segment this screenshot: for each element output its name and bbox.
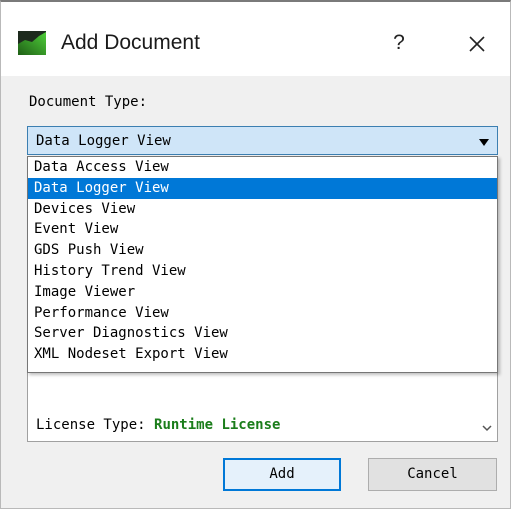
- document-type-select[interactable]: Data Logger View: [27, 126, 498, 155]
- add-button[interactable]: Add: [223, 458, 341, 491]
- document-type-selected-value: Data Logger View: [36, 133, 171, 149]
- dropdown-option[interactable]: Data Access View: [28, 157, 497, 178]
- license-type-label: License Type:: [36, 417, 146, 433]
- document-type-dropdown-list: Data Access View Data Logger View Device…: [27, 156, 498, 373]
- license-type-value: Runtime License: [154, 417, 281, 433]
- cancel-button[interactable]: Cancel: [368, 458, 497, 491]
- dropdown-option[interactable]: Performance View: [28, 303, 497, 324]
- dialog-title: Add Document: [61, 31, 200, 54]
- dropdown-option[interactable]: XML Nodeset Export View: [28, 344, 497, 365]
- title-bar: Add Document ?: [1, 2, 510, 76]
- dropdown-option[interactable]: GDS Push View: [28, 240, 497, 261]
- chevron-down-icon[interactable]: [479, 139, 489, 146]
- scroll-down-icon[interactable]: [481, 419, 493, 432]
- dropdown-option-selected[interactable]: Data Logger View: [28, 177, 497, 199]
- document-type-label: Document Type:: [29, 94, 148, 110]
- dropdown-option[interactable]: Server Diagnostics View: [28, 323, 497, 344]
- close-icon: [469, 35, 485, 52]
- dropdown-option[interactable]: Devices View: [28, 199, 497, 220]
- license-type: License Type: Runtime License: [36, 417, 280, 433]
- dropdown-option[interactable]: Event View: [28, 219, 497, 240]
- dropdown-option[interactable]: History Trend View: [28, 261, 497, 282]
- close-button[interactable]: [459, 26, 495, 60]
- add-document-dialog: Add Document ? Document Type: Data Logge…: [0, 0, 511, 509]
- app-icon: [17, 30, 47, 56]
- help-button[interactable]: ?: [381, 28, 417, 58]
- dropdown-option[interactable]: Image Viewer: [28, 282, 497, 303]
